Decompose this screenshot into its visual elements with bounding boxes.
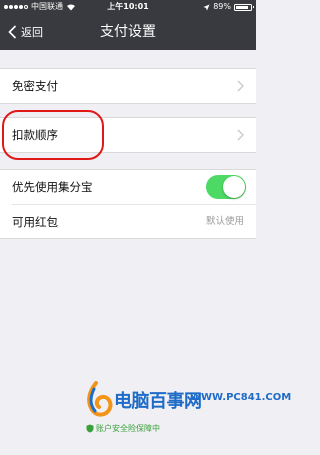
chevron-left-icon	[8, 25, 17, 39]
battery-percent: 89%	[213, 2, 231, 11]
watermark: 电脑百事网 WWW.PC841.COM 账户安全险保障中	[78, 381, 291, 441]
row-label: 优先使用集分宝	[12, 180, 93, 194]
back-label: 返回	[21, 26, 43, 39]
battery-icon	[234, 3, 254, 11]
shield-icon	[86, 424, 94, 433]
red-highlight-circle	[2, 110, 104, 160]
location-arrow-icon	[203, 4, 210, 10]
watermark-slogan: 账户安全险保障中	[86, 423, 160, 434]
group-password-free: 免密支付	[0, 68, 256, 104]
watermark-name: 电脑百事网	[114, 391, 202, 412]
back-button[interactable]: 返回	[8, 14, 43, 50]
site-logo-icon	[87, 381, 113, 417]
red-packet-value: 默认使用	[205, 216, 244, 227]
jifenbao-toggle[interactable]	[206, 175, 246, 199]
status-bar: 中国联通 上午10:01 89%	[0, 0, 256, 14]
watermark-url: WWW.PC841.COM	[190, 392, 292, 403]
row-red-packet[interactable]: 可用红包 默认使用	[12, 204, 256, 238]
toggle-knob	[223, 176, 245, 198]
group-payment-options: 优先使用集分宝 可用红包 默认使用	[0, 169, 256, 239]
row-label: 免密支付	[12, 79, 58, 93]
chevron-right-icon	[237, 80, 244, 92]
status-bar-right: 89%	[203, 0, 254, 14]
chevron-right-icon	[237, 129, 244, 141]
watermark-slogan-text: 账户安全险保障中	[96, 424, 160, 433]
row-label: 可用红包	[12, 214, 58, 229]
row-jifenbao: 优先使用集分宝	[0, 170, 256, 204]
nav-bar: 支付设置 返回	[0, 14, 256, 50]
row-password-free[interactable]: 免密支付	[0, 69, 256, 103]
